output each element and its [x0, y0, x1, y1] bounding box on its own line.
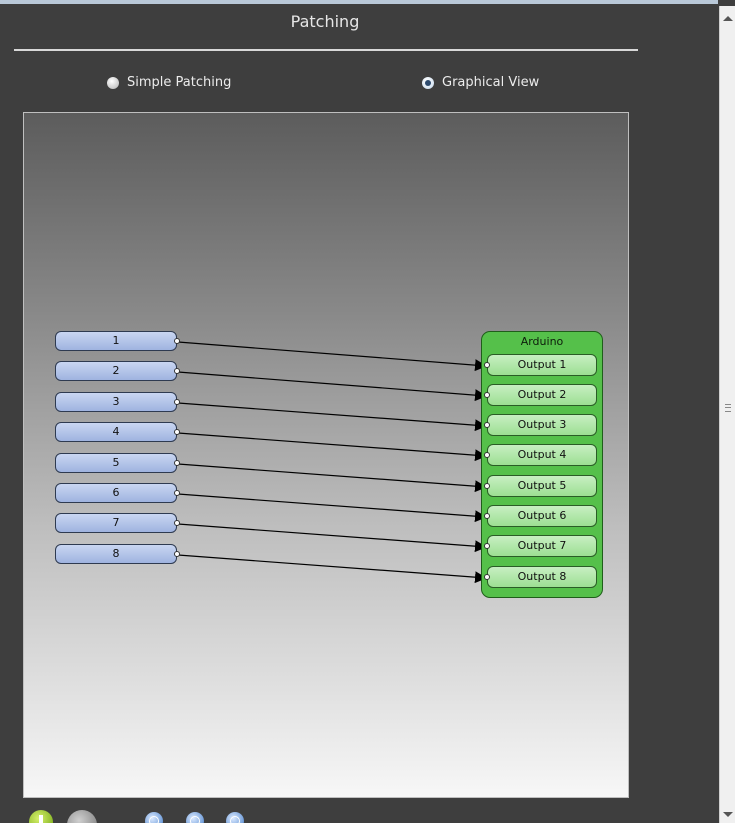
remove-icon[interactable]: [67, 810, 97, 823]
arduino-device-node[interactable]: Arduino Output 1 Output 2 Output 3 Outpu…: [481, 331, 603, 598]
zoom-fit-icon[interactable]: [226, 812, 244, 823]
graphical-view-radio[interactable]: Graphical View: [422, 75, 539, 90]
connection-wire[interactable]: [177, 371, 487, 402]
output-port[interactable]: [484, 483, 490, 489]
scroll-down-icon[interactable]: [723, 812, 733, 817]
input-node-4[interactable]: 4: [55, 422, 180, 442]
connection-wire[interactable]: [177, 432, 487, 462]
output-port[interactable]: [484, 513, 490, 519]
output-node-label: Output 1: [517, 358, 567, 371]
input-node-label: 8: [112, 547, 120, 560]
connection-wire[interactable]: [177, 463, 487, 493]
output-node-label: Output 7: [517, 539, 567, 552]
simple-patching-radio[interactable]: Simple Patching: [107, 75, 231, 90]
zoom-in-icon[interactable]: [145, 812, 163, 823]
output-node-label: Output 3: [517, 418, 567, 431]
output-port[interactable]: [484, 452, 490, 458]
title-divider: [14, 49, 638, 51]
input-node-label: 2: [112, 364, 120, 377]
output-node-label: Output 8: [517, 570, 567, 583]
output-node-label: Output 5: [517, 479, 567, 492]
output-port[interactable]: [484, 422, 490, 428]
scroll-grip-icon[interactable]: [725, 404, 731, 412]
input-node-label: 5: [112, 456, 120, 469]
connection-wire[interactable]: [177, 554, 487, 584]
input-port[interactable]: [174, 338, 180, 344]
input-port[interactable]: [174, 368, 180, 374]
vertical-scrollbar[interactable]: [719, 6, 735, 823]
input-node-6[interactable]: 6: [55, 483, 180, 503]
output-node-1[interactable]: Output 1: [484, 354, 597, 376]
input-node-5[interactable]: 5: [55, 453, 180, 473]
output-node-7[interactable]: Output 7: [484, 535, 597, 557]
input-node-label: 4: [112, 425, 120, 438]
output-node-8[interactable]: Output 8: [484, 566, 597, 588]
input-node-label: 6: [112, 486, 120, 499]
output-node-6[interactable]: Output 6: [484, 505, 597, 527]
input-port[interactable]: [174, 460, 180, 466]
radio-selected-icon: [422, 76, 434, 89]
connection-wire[interactable]: [177, 402, 487, 432]
input-node-label: 3: [112, 395, 120, 408]
input-port[interactable]: [174, 490, 180, 496]
connection-wire[interactable]: [177, 341, 487, 372]
output-node-label: Output 6: [517, 509, 567, 522]
output-port[interactable]: [484, 574, 490, 580]
input-node-label: 1: [112, 334, 120, 347]
connection-wire[interactable]: [177, 493, 487, 523]
output-node-2[interactable]: Output 2: [484, 384, 597, 406]
input-node-2[interactable]: 2: [55, 361, 180, 381]
device-title: Arduino: [520, 335, 564, 348]
radio-unselected-icon: [107, 76, 119, 89]
graphical-view-label: Graphical View: [442, 75, 540, 90]
scroll-up-icon[interactable]: [723, 16, 733, 21]
output-node-4[interactable]: Output 4: [484, 444, 597, 466]
zoom-out-icon[interactable]: [186, 812, 204, 823]
add-icon[interactable]: [29, 810, 53, 823]
output-port[interactable]: [484, 362, 490, 368]
patch-graph-canvas[interactable]: 1 2 3 4 5 6 7 8 Arduino Output 1 Output …: [23, 112, 629, 798]
input-node-label: 7: [112, 516, 120, 529]
output-port[interactable]: [484, 392, 490, 398]
input-port[interactable]: [174, 399, 180, 405]
page-title: Patching: [290, 12, 360, 31]
input-port[interactable]: [174, 429, 180, 435]
output-port[interactable]: [484, 543, 490, 549]
input-node-1[interactable]: 1: [55, 331, 180, 351]
output-node-3[interactable]: Output 3: [484, 414, 597, 436]
patching-window: Patching Simple Patching Graphical View …: [0, 0, 735, 823]
input-node-3[interactable]: 3: [55, 392, 180, 412]
connection-wire[interactable]: [177, 523, 487, 553]
output-node-label: Output 4: [517, 448, 567, 461]
output-node-label: Output 2: [517, 388, 567, 401]
input-port[interactable]: [174, 551, 180, 557]
output-node-5[interactable]: Output 5: [484, 475, 597, 497]
input-port[interactable]: [174, 520, 180, 526]
simple-patching-label: Simple Patching: [127, 75, 232, 90]
input-node-7[interactable]: 7: [55, 513, 180, 533]
input-node-8[interactable]: 8: [55, 544, 180, 564]
